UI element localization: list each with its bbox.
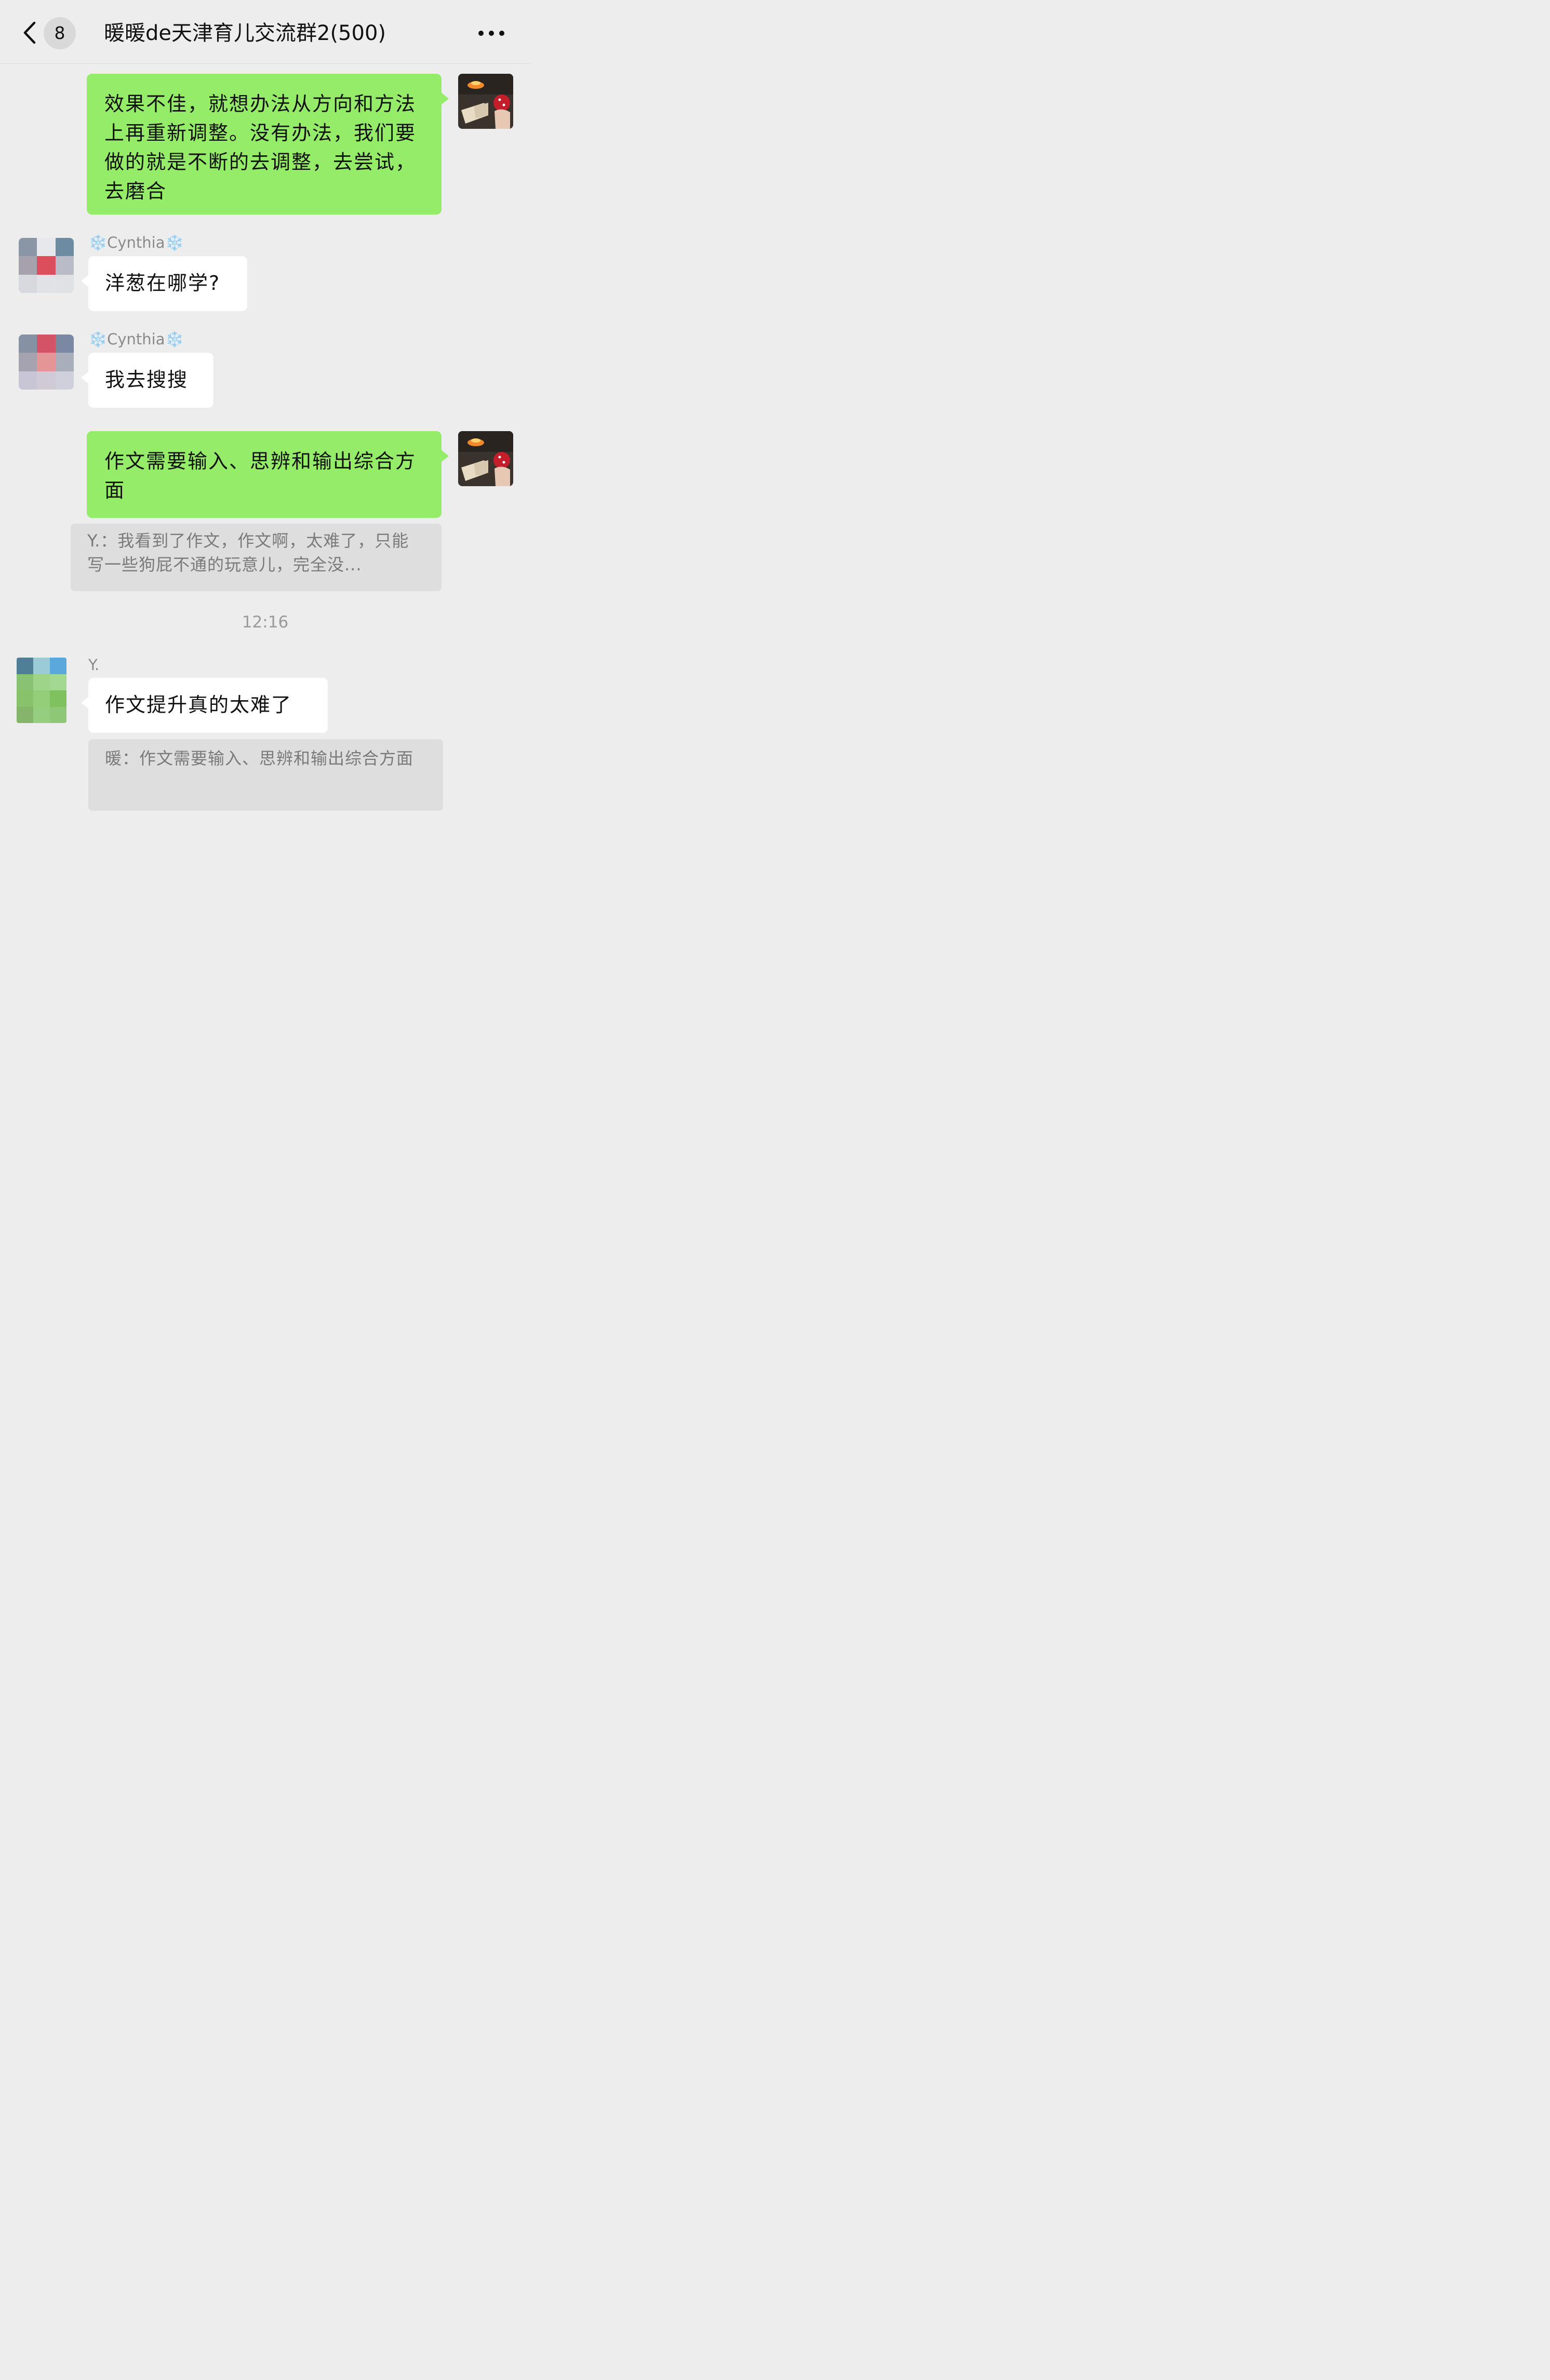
cynthia-avatar[interactable] <box>19 238 74 293</box>
quoted-reply[interactable]: Y.：我看到了作文，作文啊，太难了，只能写一些狗屁不通的玩意儿，完全没... <box>71 524 442 591</box>
timestamp: 12:16 <box>242 613 289 632</box>
my-message-bubble[interactable]: 效果不佳，就想办法从方向和方法上再重新调整。没有办法，我们要做的就是不断的去调整… <box>87 74 449 215</box>
cynthia-avatar[interactable] <box>19 335 74 390</box>
y-avatar[interactable] <box>17 658 66 723</box>
chat-title: 暖暖de天津育儿交流群2(500) <box>104 21 386 45</box>
more-dots-icon[interactable] <box>477 27 506 39</box>
other-message-bubble[interactable]: 我去搜搜 <box>81 353 213 408</box>
quoted-reply[interactable]: 暖：作文需要输入、思辨和输出综合方面 <box>88 739 443 811</box>
other-message-bubble[interactable]: 洋葱在哪学? <box>81 256 247 311</box>
chat-header: 8 暖暖de天津育儿交流群2(500) <box>0 0 530 64</box>
other-message-bubble[interactable]: 作文提升真的太难了 <box>81 678 328 733</box>
my-avatar[interactable] <box>458 74 513 129</box>
my-message-bubble[interactable]: 作文需要输入、思辨和输出综合方面 <box>87 431 449 518</box>
book-cup-avatar-image <box>458 431 513 486</box>
back-chevron-icon[interactable] <box>20 20 41 46</box>
sender-name: ❄️Cynthia❄️ <box>88 234 184 251</box>
unread-badge[interactable]: 8 <box>44 17 76 49</box>
my-avatar[interactable] <box>458 431 513 486</box>
sender-name: ❄️Cynthia❄️ <box>88 330 184 348</box>
book-cup-avatar-image <box>458 74 513 129</box>
sender-name: Y. <box>88 656 100 674</box>
